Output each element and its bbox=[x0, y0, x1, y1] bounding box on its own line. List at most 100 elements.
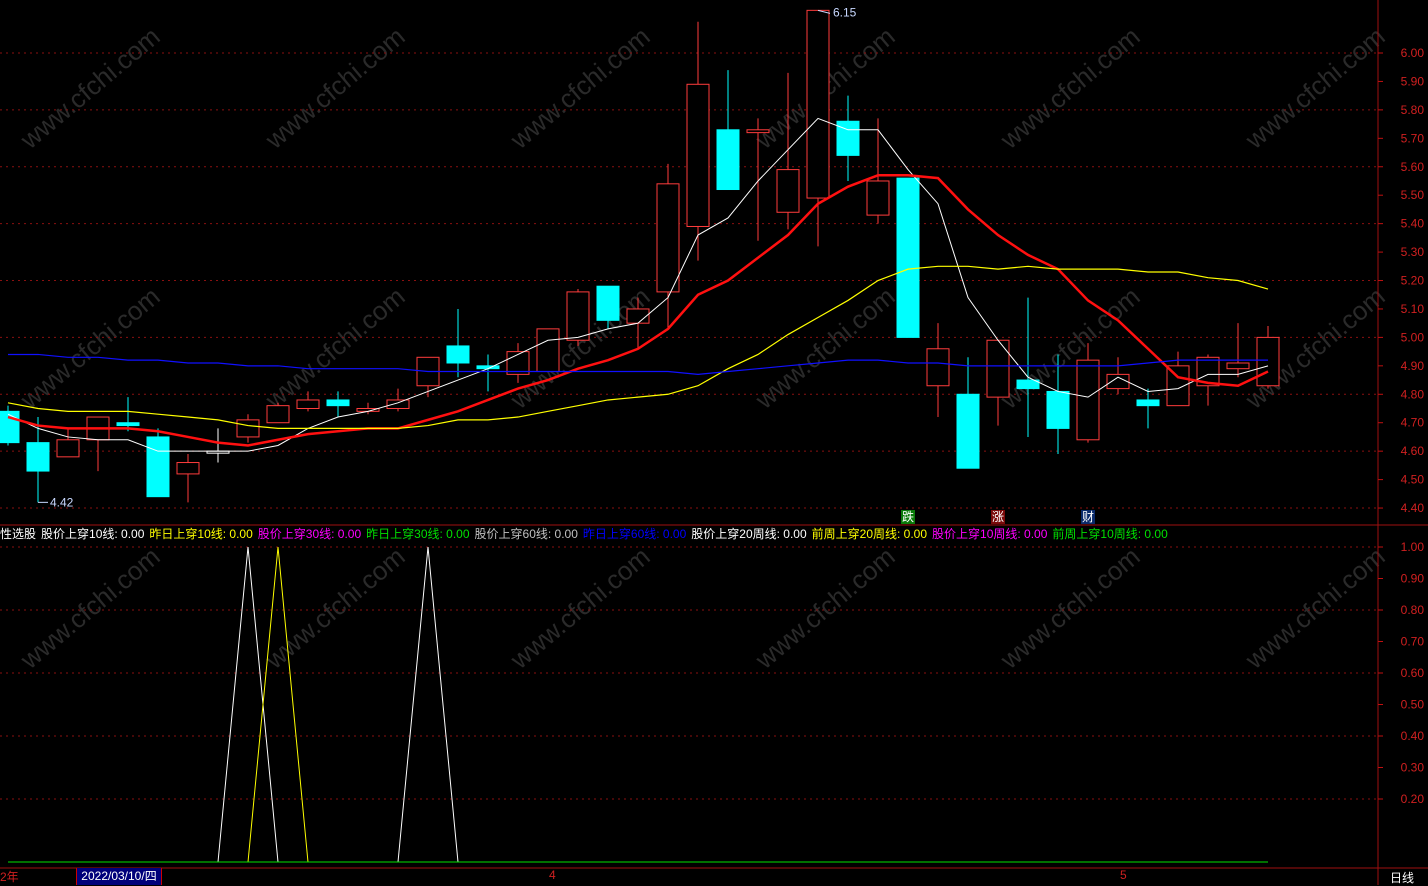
candle-body bbox=[146, 436, 170, 498]
candle bbox=[986, 339, 1010, 426]
y-tick-label: 4.50 bbox=[1401, 473, 1425, 487]
candle-body bbox=[746, 129, 770, 134]
y-tick-label: 4.80 bbox=[1401, 387, 1425, 401]
candle-body bbox=[716, 129, 740, 191]
y-tick-label: 5.50 bbox=[1401, 188, 1425, 202]
legend-item: 股价上穿10周线: 0.00 bbox=[932, 527, 1048, 541]
candle bbox=[326, 391, 350, 418]
candle bbox=[26, 417, 50, 503]
candle-body bbox=[446, 345, 470, 364]
legend-item: 昨日上穿60线: 0.00 bbox=[582, 527, 687, 541]
y-tick-label: 5.00 bbox=[1401, 330, 1425, 344]
candle bbox=[896, 177, 920, 338]
x-axis-year: 2年 bbox=[0, 870, 19, 884]
legend-item: 前周上穿10周线: 0.00 bbox=[1052, 527, 1168, 541]
y-tick-label: 5.80 bbox=[1401, 103, 1425, 117]
watermark: www.cfchi.com bbox=[994, 281, 1146, 415]
stock-chart[interactable]: www.cfchi.com www.cfchi.com www.cfchi.com w… bbox=[0, 0, 1428, 885]
candle-body bbox=[1046, 390, 1070, 429]
candle-body bbox=[656, 183, 680, 293]
x-axis-month-5: 5 bbox=[1120, 868, 1127, 882]
y-tick-label: 4.40 bbox=[1401, 501, 1425, 515]
candle bbox=[536, 328, 560, 373]
y-tick-label: 5.20 bbox=[1401, 274, 1425, 288]
candle-body bbox=[1136, 399, 1160, 407]
y-tick-label: 5.30 bbox=[1401, 245, 1425, 259]
candle bbox=[146, 428, 170, 498]
candle bbox=[1256, 326, 1280, 389]
candle-body bbox=[236, 419, 260, 438]
y-tick-label: 5.60 bbox=[1401, 160, 1425, 174]
candle bbox=[206, 428, 230, 463]
watermark: www.cfchi.com bbox=[994, 21, 1146, 155]
y-tick-label: 5.10 bbox=[1401, 302, 1425, 316]
legend-item: 性选股 bbox=[0, 527, 37, 541]
watermark: www.cfchi.com bbox=[749, 541, 901, 675]
x-axis-month-4: 4 bbox=[549, 868, 556, 882]
candle-body bbox=[566, 291, 590, 341]
y-tick-label: 1.00 bbox=[1401, 540, 1425, 554]
legend-item: 股价上穿60线: 0.00 bbox=[474, 527, 578, 541]
candle-body bbox=[326, 399, 350, 407]
candle-body bbox=[986, 339, 1010, 398]
watermark: www.cfchi.com bbox=[504, 541, 656, 675]
legend-item: 昨日上穿30线: 0.00 bbox=[366, 527, 470, 541]
candle bbox=[716, 70, 740, 191]
candle-body bbox=[56, 439, 80, 458]
candle bbox=[266, 402, 290, 424]
high-price-label: 6.15 bbox=[833, 5, 857, 19]
y-tick-label: 4.70 bbox=[1401, 416, 1425, 430]
legend-item: 昨日上穿10线: 0.00 bbox=[149, 527, 253, 541]
candle bbox=[1106, 357, 1130, 395]
candle bbox=[1226, 323, 1250, 378]
low-price-label: 4.42 bbox=[50, 495, 74, 509]
y-tick-label: 4.90 bbox=[1401, 359, 1425, 373]
candle bbox=[686, 21, 710, 261]
watermark: www.cfchi.com bbox=[259, 281, 411, 415]
watermark: www.cfchi.com bbox=[504, 21, 656, 155]
y-tick-label: 0.80 bbox=[1401, 603, 1425, 617]
candle bbox=[56, 428, 80, 458]
event-badge[interactable]: 跌 bbox=[901, 510, 916, 524]
y-tick-label: 5.90 bbox=[1401, 74, 1425, 88]
selected-date[interactable]: 2022/03/10/四 bbox=[76, 868, 162, 885]
candle bbox=[1196, 354, 1220, 406]
candle-body bbox=[176, 462, 200, 475]
period-selector[interactable]: 日线 bbox=[1390, 869, 1414, 886]
candle bbox=[446, 308, 470, 378]
legend-item: 股价上穿30线: 0.00 bbox=[257, 527, 362, 541]
candle-body bbox=[776, 169, 800, 213]
event-badge[interactable]: 涨 bbox=[991, 510, 1006, 524]
candle bbox=[836, 95, 860, 181]
candle-body bbox=[1076, 359, 1100, 441]
watermark: www.cfchi.com bbox=[1239, 541, 1391, 675]
candle bbox=[116, 397, 140, 432]
candle-body bbox=[1256, 336, 1280, 387]
indicator-legend: 性选股 股价上穿10线: 0.00 昨日上穿10线: 0.00 股价上穿30线: 0.… bbox=[0, 526, 1173, 542]
candle bbox=[0, 405, 20, 446]
watermark: www.cfchi.com bbox=[14, 21, 166, 155]
candle bbox=[86, 416, 110, 472]
watermark: www.cfchi.com bbox=[749, 281, 901, 415]
watermark: www.cfchi.com bbox=[259, 541, 411, 675]
legend-item: 股价上穿20周线: 0.00 bbox=[691, 527, 807, 541]
legend-item: 股价上穿10线: 0.00 bbox=[41, 527, 145, 541]
candle-body bbox=[926, 348, 950, 387]
candle-body bbox=[806, 9, 830, 199]
candle-body bbox=[296, 399, 320, 409]
watermark: www.cfchi.com bbox=[994, 541, 1146, 675]
y-tick-label: 0.50 bbox=[1401, 698, 1425, 712]
watermark: www.cfchi.com bbox=[259, 21, 411, 155]
y-tick-label: 0.70 bbox=[1401, 635, 1425, 649]
candle-body bbox=[266, 405, 290, 424]
candle-body bbox=[1166, 365, 1190, 407]
event-badge[interactable]: 财 bbox=[1081, 510, 1096, 524]
candle-body bbox=[26, 442, 50, 472]
candle-body bbox=[1106, 373, 1130, 390]
y-tick-label: 6.00 bbox=[1401, 46, 1425, 60]
legend-item: 前周上穿20周线: 0.00 bbox=[811, 527, 928, 541]
watermark: www.cfchi.com bbox=[14, 281, 166, 415]
candle bbox=[956, 357, 980, 469]
candle-body bbox=[1226, 362, 1250, 370]
y-tick-label: 5.70 bbox=[1401, 131, 1425, 145]
